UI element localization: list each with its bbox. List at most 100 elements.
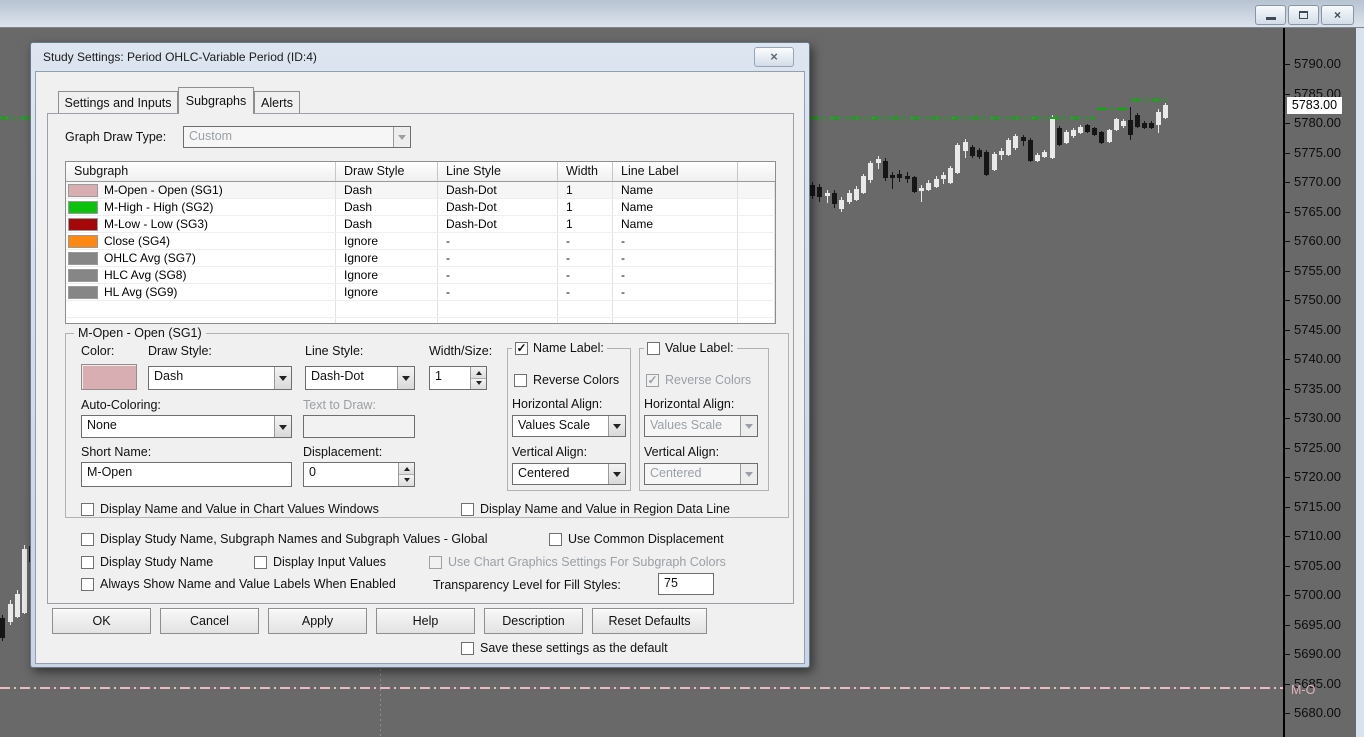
ok-button[interactable]: OK xyxy=(52,608,151,634)
price-tick-label: 5775.00 xyxy=(1294,144,1341,160)
subgraph-color-swatch xyxy=(68,234,98,248)
save-default-checkbox[interactable] xyxy=(461,641,474,655)
table-row[interactable]: M-High - High (SG2) Dash Dash-Dot 1 Name xyxy=(66,199,775,216)
candlestick xyxy=(1013,136,1018,148)
table-row[interactable]: OHLC Avg (SG7) Ignore - - - xyxy=(66,250,775,267)
close-icon: × xyxy=(1333,8,1341,22)
candlestick xyxy=(861,176,866,193)
scale-tick xyxy=(1285,241,1290,242)
candlestick xyxy=(1028,140,1033,161)
spin-up-icon xyxy=(471,367,486,378)
candlestick xyxy=(1057,128,1062,145)
candlestick xyxy=(15,594,20,617)
candle-wick xyxy=(827,190,828,203)
dropdown-arrow-icon xyxy=(393,127,410,147)
window-right-border xyxy=(1356,28,1364,737)
minimize-button[interactable] xyxy=(1255,5,1286,25)
scale-tick xyxy=(1285,713,1290,714)
candlestick xyxy=(1156,112,1161,125)
value-reverse-colors-row: ✓ Reverse Colors xyxy=(646,372,752,387)
candlestick xyxy=(1035,155,1040,161)
name-label-checkbox[interactable]: ✓ xyxy=(515,341,528,355)
application-window: × 5790.00 5785.00 5780.00 5775.00 5770.00 576… xyxy=(0,0,1364,737)
candlestick xyxy=(1135,115,1140,127)
tab-settings-and-inputs[interactable]: Settings and Inputs xyxy=(58,91,178,113)
display-chart-values-checkbox[interactable] xyxy=(81,502,94,516)
table-header: Subgraph Draw Style Line Style Width Lin… xyxy=(66,162,775,182)
display-input-values-row: Display Input Values xyxy=(254,555,386,569)
table-body: M-Open - Open (SG1) Dash Dash-Dot 1 Name M-Hi… xyxy=(66,182,775,323)
study-line xyxy=(0,117,30,119)
candlestick xyxy=(847,193,852,202)
dropdown-arrow-icon[interactable] xyxy=(397,367,414,389)
name-horizontal-align-select[interactable]: Values Scale xyxy=(512,415,626,437)
value-horizontal-align-select: Values Scale xyxy=(644,415,758,437)
candlestick xyxy=(1042,152,1047,157)
table-row[interactable]: M-Open - Open (SG1) Dash Dash-Dot 1 Name xyxy=(66,182,775,199)
dialog-title: Study Settings: Period OHLC-Variable Per… xyxy=(43,50,317,64)
subgraph-color-swatch xyxy=(68,183,98,197)
use-chart-graphics-checkbox xyxy=(429,555,442,569)
dropdown-arrow-icon[interactable] xyxy=(274,367,291,389)
line-style-select[interactable]: Dash-Dot xyxy=(305,366,415,390)
table-row[interactable]: M-Low - Low (SG3) Dash Dash-Dot 1 Name xyxy=(66,216,775,233)
always-show-labels-checkbox[interactable] xyxy=(81,577,94,591)
dropdown-arrow-icon[interactable] xyxy=(608,464,625,484)
name-reverse-colors-row: Reverse Colors xyxy=(514,373,619,387)
price-tick-label: 5730.00 xyxy=(1294,410,1341,425)
display-input-values-checkbox[interactable] xyxy=(254,555,267,569)
short-name-input[interactable]: M-Open xyxy=(81,462,292,487)
draw-style-select[interactable]: Dash xyxy=(148,366,292,390)
value-label-group: Value Label: ✓ Reverse Colors Horizontal… xyxy=(639,341,769,491)
close-button[interactable]: × xyxy=(1321,5,1354,25)
scale-tick xyxy=(1285,93,1290,95)
help-button[interactable]: Help xyxy=(376,608,475,634)
cancel-button[interactable]: Cancel xyxy=(160,608,259,634)
candlestick xyxy=(912,177,917,192)
display-region-data-checkbox[interactable] xyxy=(461,502,474,516)
scale-tick xyxy=(1285,329,1290,331)
width-size-stepper[interactable]: 1 xyxy=(429,366,487,390)
text-to-draw-input xyxy=(303,415,415,438)
subgraph-color-swatch xyxy=(68,200,98,214)
reverse-colors-checkbox: ✓ xyxy=(646,372,659,387)
reset-defaults-button[interactable]: Reset Defaults xyxy=(592,608,707,634)
dialog-close-button[interactable]: × xyxy=(754,47,794,67)
reverse-colors-checkbox[interactable] xyxy=(514,373,527,387)
scale-tick xyxy=(1285,211,1290,213)
name-vertical-align-select[interactable]: Centered xyxy=(512,463,626,485)
study-line xyxy=(1097,108,1127,110)
apply-button[interactable]: Apply xyxy=(268,608,367,634)
dropdown-arrow-icon[interactable] xyxy=(274,416,291,437)
display-study-name-checkbox[interactable] xyxy=(81,555,94,569)
transparency-input[interactable]: 75 xyxy=(658,573,714,595)
description-button[interactable]: Description xyxy=(484,608,583,634)
graph-draw-type-label: Graph Draw Type: xyxy=(65,130,167,144)
maximize-button[interactable] xyxy=(1288,5,1319,25)
window-titlebar: × xyxy=(0,0,1364,28)
tab-alerts[interactable]: Alerts xyxy=(254,91,300,113)
value-vertical-align-select: Centered xyxy=(644,463,758,485)
tab-subgraphs[interactable]: Subgraphs xyxy=(178,87,254,114)
draw-style-label: Draw Style: xyxy=(148,344,212,358)
price-scale[interactable]: 5790.00 5785.00 5780.00 5775.00 5770.00 5765.… xyxy=(1283,28,1356,737)
study-line xyxy=(0,687,1283,689)
value-label-checkbox[interactable] xyxy=(647,341,660,355)
dropdown-arrow-icon xyxy=(740,464,757,484)
scale-tick xyxy=(1285,654,1290,655)
scale-tick xyxy=(1285,506,1290,508)
display-global-checkbox[interactable] xyxy=(81,532,94,546)
color-swatch-button[interactable] xyxy=(81,364,137,390)
dropdown-arrow-icon[interactable] xyxy=(608,416,625,436)
candlestick xyxy=(854,189,859,200)
price-tick-label: 5695.00 xyxy=(1294,616,1341,632)
price-tick-label: 5705.00 xyxy=(1294,557,1341,573)
price-tick-label: 5700.00 xyxy=(1294,587,1341,602)
displacement-stepper[interactable]: 0 xyxy=(303,462,415,487)
table-row[interactable]: Close (SG4) Ignore - - - xyxy=(66,233,775,250)
auto-coloring-select[interactable]: None xyxy=(81,415,292,438)
use-common-displacement-checkbox[interactable] xyxy=(549,532,562,546)
table-row[interactable]: HLC Avg (SG8) Ignore - - - xyxy=(66,267,775,284)
scale-tick xyxy=(1285,536,1290,537)
table-row[interactable]: HL Avg (SG9) Ignore - - - xyxy=(66,284,775,301)
